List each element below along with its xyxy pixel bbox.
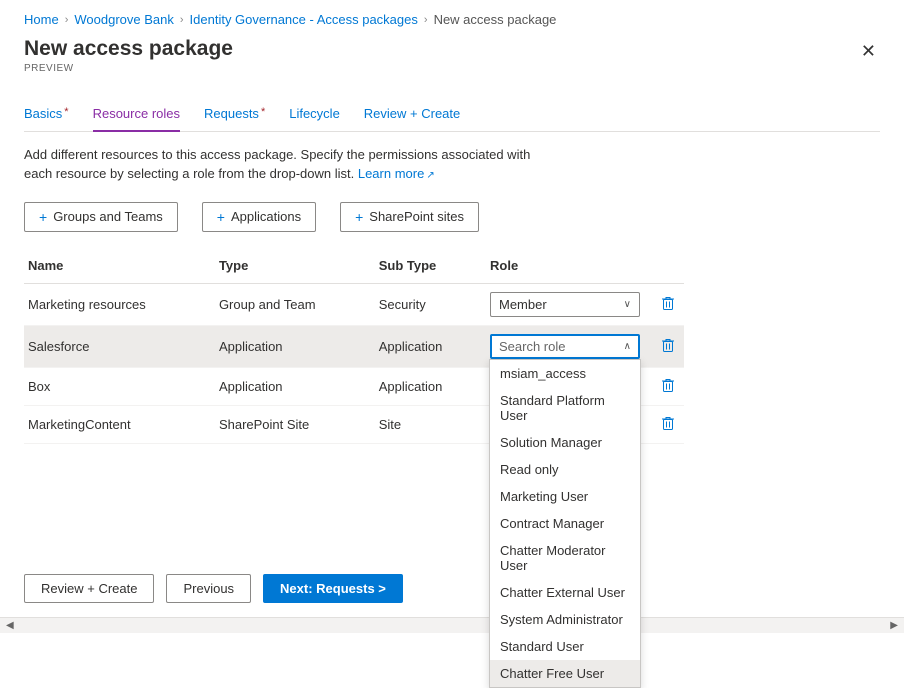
role-option[interactable]: Chatter External User (490, 579, 640, 606)
delete-icon[interactable] (661, 337, 675, 353)
chevron-right-icon: › (180, 14, 184, 26)
role-option[interactable]: Read only (490, 456, 640, 483)
add-button-label: Groups and Teams (53, 209, 163, 224)
add-button-label: Applications (231, 209, 301, 224)
add-button-label: SharePoint sites (369, 209, 464, 224)
col-subtype: Sub Type (375, 250, 486, 284)
role-option[interactable]: System Administrator (490, 606, 640, 633)
col-type: Type (215, 250, 375, 284)
chevron-down-icon: ∨ (624, 299, 631, 310)
preview-badge: PREVIEW (24, 63, 233, 74)
scroll-right-icon[interactable]: ▶ (886, 620, 902, 631)
close-icon[interactable]: ✕ (857, 37, 880, 66)
delete-icon[interactable] (661, 295, 675, 311)
cell-subtype: Site (375, 405, 486, 443)
role-option[interactable]: Solution Manager (490, 429, 640, 456)
tab-resource-roles[interactable]: Resource roles (93, 98, 180, 131)
role-value: Member (499, 297, 547, 312)
add-groups-and-teams-button[interactable]: + Groups and Teams (24, 202, 178, 232)
cell-role: Member ∨ (486, 283, 656, 325)
cell-subtype: Application (375, 367, 486, 405)
cell-type: Application (215, 325, 375, 367)
role-dropdown[interactable]: msiam_accessStandard Platform UserSoluti… (489, 359, 641, 688)
learn-more-link[interactable]: Learn more↗ (358, 166, 435, 181)
required-indicator: * (64, 106, 68, 118)
horizontal-scrollbar[interactable]: ◀ ▶ (0, 617, 904, 633)
cell-type: Application (215, 367, 375, 405)
cell-subtype: Application (375, 325, 486, 367)
cell-name: Salesforce (24, 325, 215, 367)
col-name: Name (24, 250, 215, 284)
plus-icon: + (217, 209, 225, 225)
role-option[interactable]: Chatter Free User (490, 660, 640, 687)
cell-name: Marketing resources (24, 283, 215, 325)
external-link-icon: ↗ (426, 170, 434, 181)
required-indicator: * (261, 106, 265, 118)
add-applications-button[interactable]: + Applications (202, 202, 316, 232)
role-option[interactable]: Standard Platform User (490, 387, 640, 429)
plus-icon: + (39, 209, 47, 225)
tab-review-create[interactable]: Review + Create (364, 98, 460, 131)
breadcrumb-org[interactable]: Woodgrove Bank (74, 12, 174, 27)
chevron-right-icon: › (424, 14, 428, 26)
role-option[interactable]: Contract Manager (490, 510, 640, 537)
role-option[interactable]: Standard User (490, 633, 640, 660)
cell-subtype: Security (375, 283, 486, 325)
cell-name: MarketingContent (24, 405, 215, 443)
role-select[interactable]: Search role ∧ (490, 334, 640, 359)
description: Add different resources to this access p… (24, 146, 544, 184)
chevron-right-icon: › (65, 14, 69, 26)
cell-type: Group and Team (215, 283, 375, 325)
tab-lifecycle[interactable]: Lifecycle (289, 98, 340, 131)
breadcrumb-section[interactable]: Identity Governance - Access packages (190, 12, 418, 27)
add-sharepoint-sites-button[interactable]: + SharePoint sites (340, 202, 479, 232)
breadcrumb-current: New access package (434, 12, 557, 27)
review-create-button[interactable]: Review + Create (24, 574, 154, 603)
next-button[interactable]: Next: Requests > (263, 574, 403, 603)
role-option[interactable]: msiam_access (490, 360, 640, 387)
role-select[interactable]: Member ∨ (490, 292, 640, 317)
tab-bar: Basics* Resource roles Requests* Lifecycle R… (24, 98, 880, 132)
chevron-up-icon: ∧ (624, 341, 631, 352)
role-value: Search role (499, 339, 565, 354)
breadcrumb-home[interactable]: Home (24, 12, 59, 27)
previous-button[interactable]: Previous (166, 574, 251, 603)
breadcrumb: Home › Woodgrove Bank › Identity Governa… (24, 8, 880, 37)
delete-icon[interactable] (661, 377, 675, 393)
scroll-left-icon[interactable]: ◀ (2, 620, 18, 631)
cell-name: Box (24, 367, 215, 405)
page-title: New access package (24, 37, 233, 61)
tab-basics[interactable]: Basics* (24, 98, 69, 131)
plus-icon: + (355, 209, 363, 225)
role-option[interactable]: Marketing User (490, 483, 640, 510)
role-option[interactable]: Chatter Moderator User (490, 537, 640, 579)
tab-requests[interactable]: Requests* (204, 98, 265, 131)
cell-type: SharePoint Site (215, 405, 375, 443)
col-role: Role (486, 250, 656, 284)
delete-icon[interactable] (661, 415, 675, 431)
table-row: Marketing resourcesGroup and TeamSecurit… (24, 283, 684, 325)
